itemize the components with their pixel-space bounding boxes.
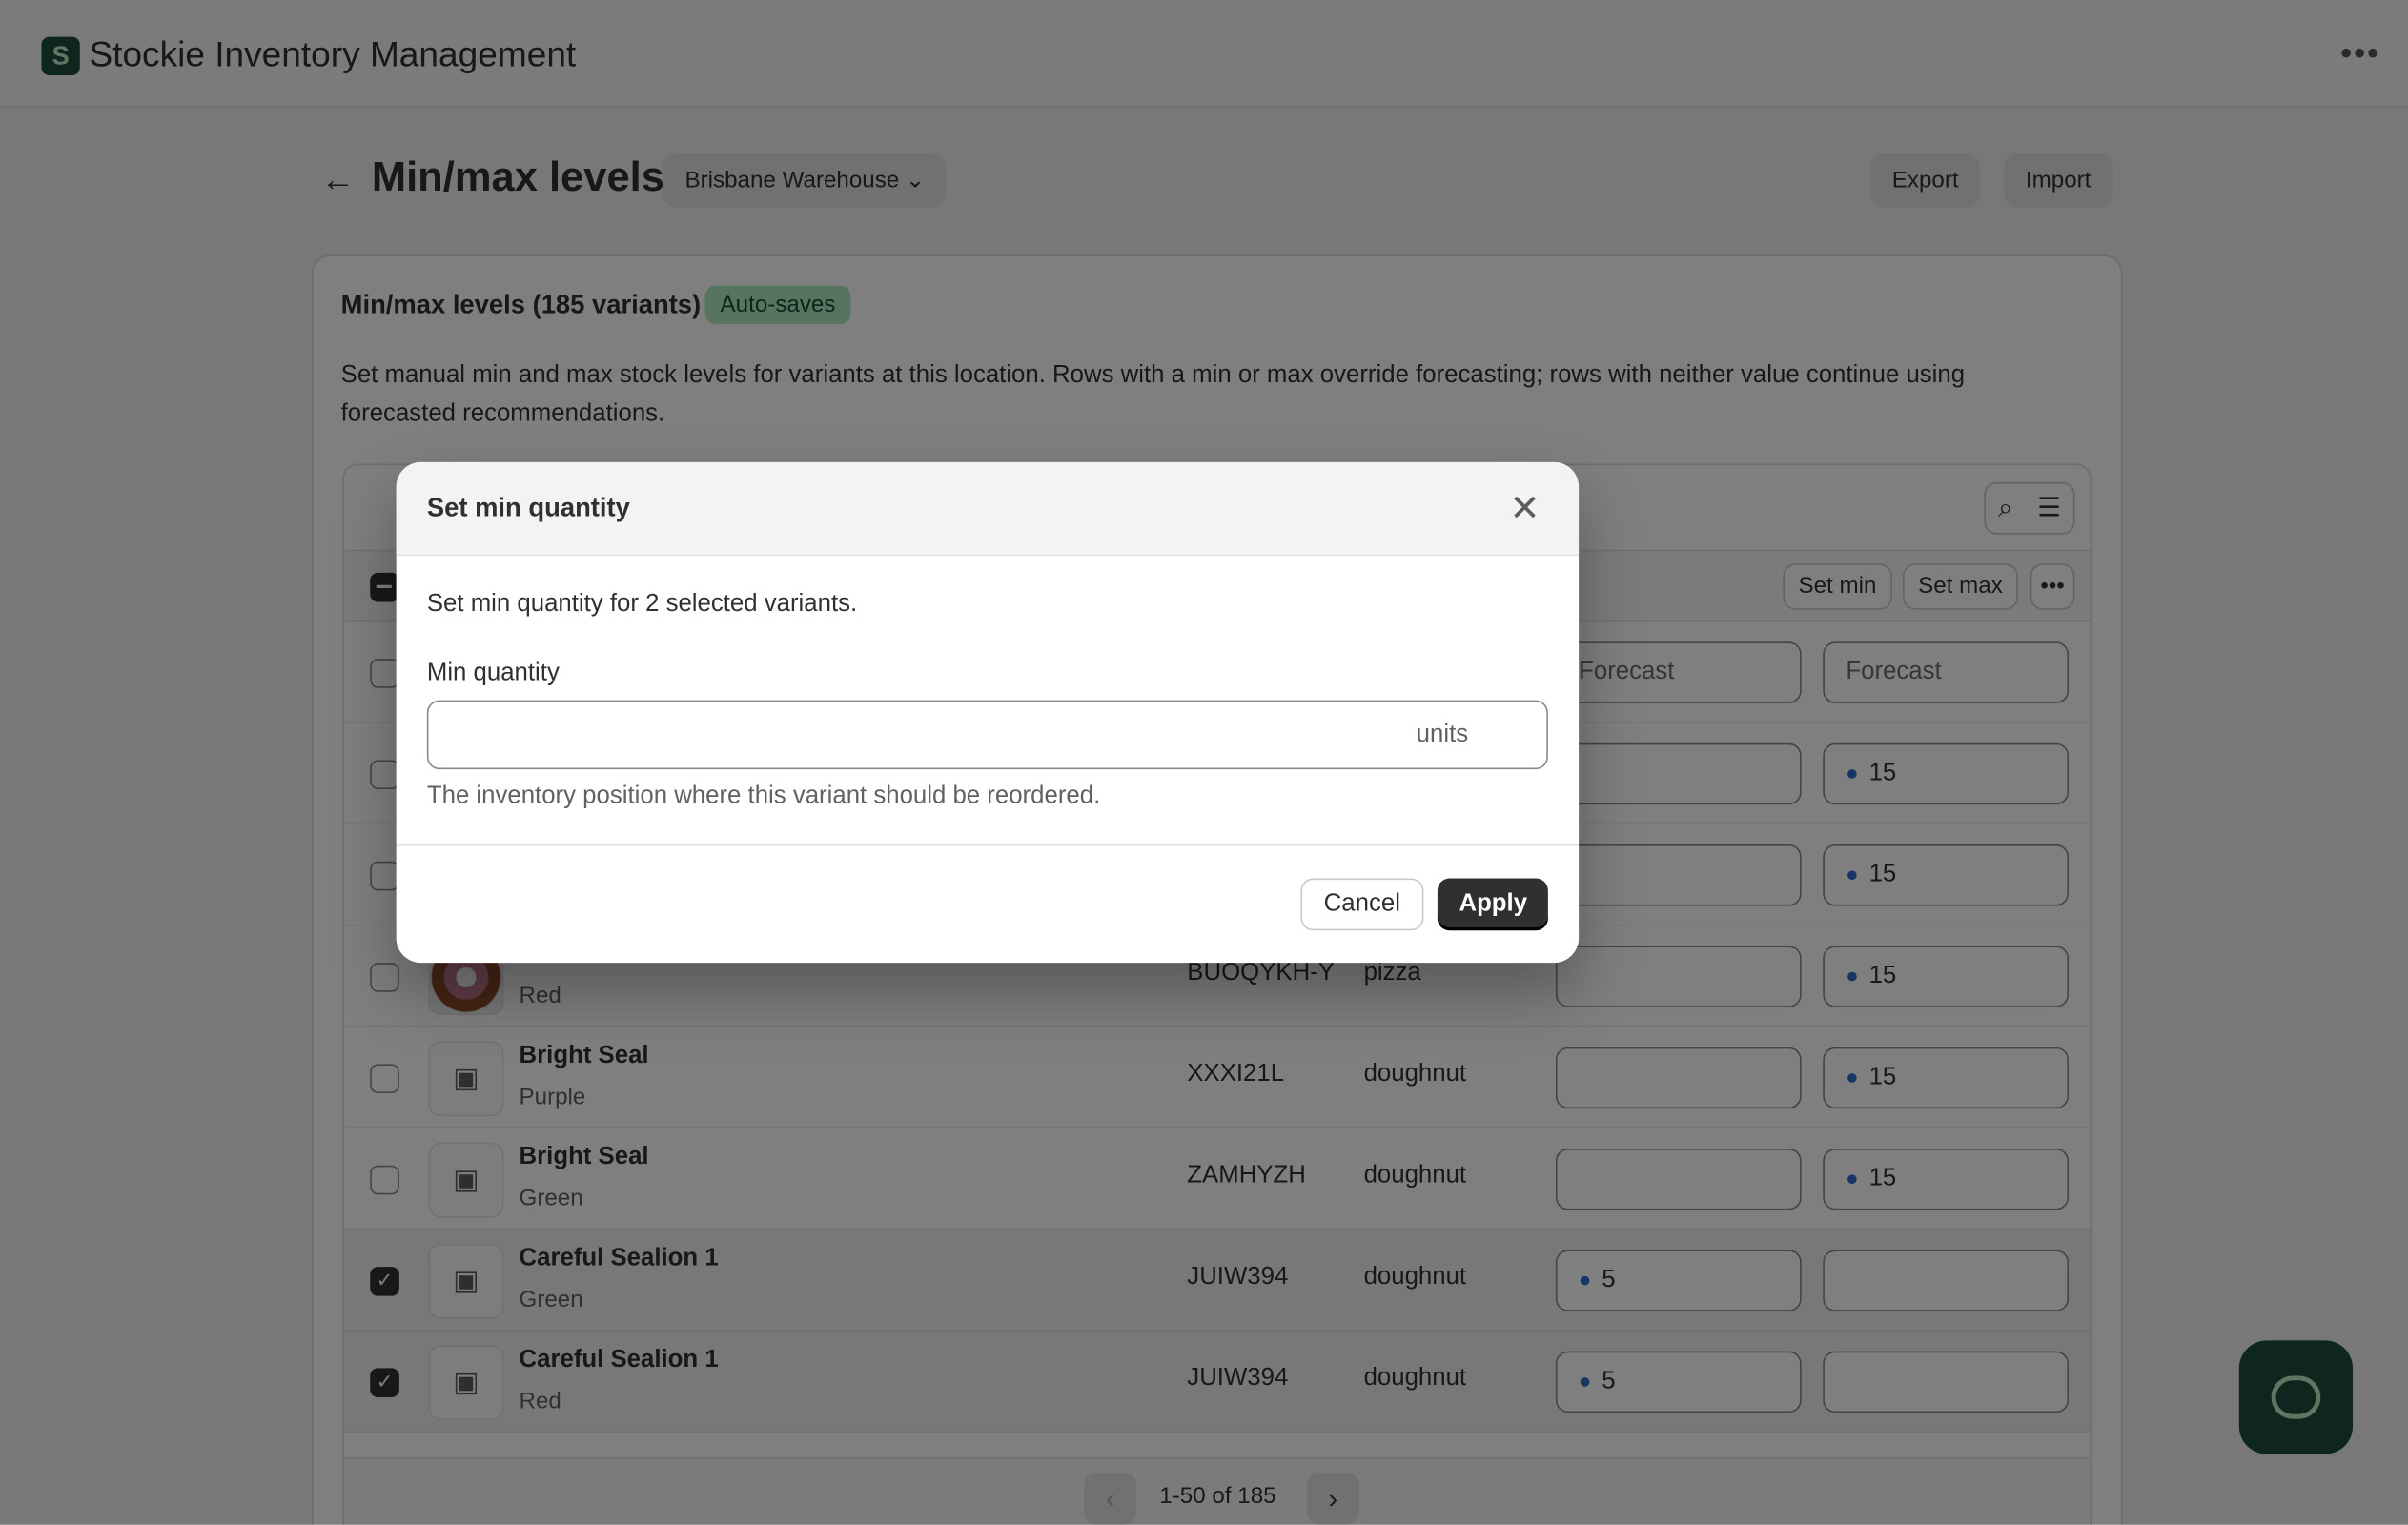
modal-header: Set min quantity ✕ [396,461,1580,557]
cancel-button[interactable]: Cancel [1300,878,1424,931]
modal-intro: Set min quantity for 2 selected variants… [426,591,858,618]
set-min-modal: Set min quantity ✕ Set min quantity for … [396,461,1580,964]
min-quantity-help: The inventory position where this varian… [426,783,1101,809]
apply-button[interactable]: Apply [1437,878,1549,931]
modal-footer: Cancel Apply [396,844,1580,963]
min-quantity-label: Min quantity [426,660,560,687]
modal-title: Set min quantity [426,493,630,522]
units-suffix: units [1416,722,1469,748]
min-quantity-input[interactable]: units [426,700,1548,770]
close-icon[interactable]: ✕ [1509,487,1540,532]
